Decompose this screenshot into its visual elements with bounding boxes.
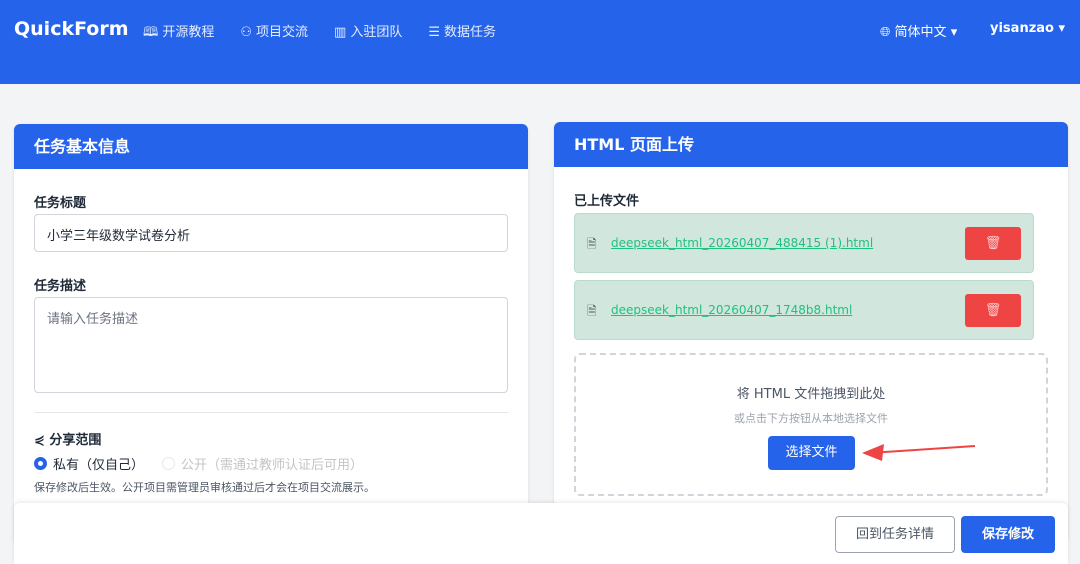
nav-label: 入驻团队 [350, 25, 403, 40]
card-title: HTML 页面上传 [554, 122, 1068, 167]
html-upload-card: HTML 页面上传 已上传文件 🗎 deepseek_html_20260407_… [554, 122, 1068, 542]
file-link[interactable]: deepseek_html_20260407_488415 (1).html [611, 236, 873, 250]
radio-public[interactable]: 公开（需通过教师认证后可用） [162, 454, 363, 473]
footer-bar: 回到任务详情 保存修改 [14, 503, 1068, 564]
share-hint: 保存修改后生效。公开项目需管理员审核通过后才会在项目交流展示。 [34, 481, 375, 494]
divider [34, 412, 508, 413]
delete-file-button[interactable]: 🗑 [965, 227, 1021, 260]
nav-item-tutorials[interactable]: 🕮 开源教程 [143, 21, 214, 45]
language-dropdown[interactable]: 🌐︎ 简体中文 ▾ [880, 21, 957, 40]
task-desc-label: 任务描述 [34, 279, 87, 294]
globe-icon: 🌐︎ [880, 25, 895, 40]
back-to-task-button[interactable]: 回到任务详情 [835, 516, 955, 553]
book-icon: 🕮 [143, 25, 159, 40]
username: yisanzao [990, 21, 1054, 36]
radio-private[interactable]: 私有（仅自己） [34, 454, 144, 473]
task-info-card: 任务基本信息 任务标题 小学三年级数学试卷分析 任务描述 请输入任务描述 ⋞ 分… [14, 124, 528, 544]
file-link[interactable]: deepseek_html_20260407_1748b8.html [611, 303, 852, 317]
arrow-annotation [862, 444, 976, 461]
save-button[interactable]: 保存修改 [961, 516, 1055, 553]
card-title: 任务基本信息 [14, 124, 528, 169]
radio-private-label: 私有（仅自己） [53, 458, 145, 473]
radio-public-label: 公开（需通过教师认证后可用） [181, 458, 364, 473]
file-code-icon: 🗎 [587, 304, 597, 318]
nav-item-projects[interactable]: ⚇ 项目交流 [240, 21, 308, 45]
users-icon: ⚇ [240, 25, 252, 40]
trash-icon: 🗑 [984, 303, 1002, 318]
language-label: 简体中文 [894, 25, 947, 40]
trash-icon: 🗑 [984, 236, 1002, 251]
delete-file-button[interactable]: 🗑 [965, 294, 1021, 327]
task-title-label: 任务标题 [34, 196, 87, 211]
nav-item-teams[interactable]: ▥ 入驻团队 [334, 21, 402, 45]
logo[interactable]: QuickForm [14, 18, 129, 40]
share-label: 分享范围 [49, 433, 102, 448]
uploaded-files-label: 已上传文件 [574, 194, 640, 209]
drop-subtitle: 或点击下方按钮从本地选择文件 [734, 412, 888, 425]
task-title-input[interactable]: 小学三年级数学试卷分析 [34, 214, 508, 252]
user-dropdown[interactable]: yisanzao ▾ [990, 21, 1065, 36]
caret-down-icon: ▾ [950, 25, 958, 40]
task-desc-textarea[interactable]: 请输入任务描述 [34, 297, 508, 393]
caret-down-icon: ▾ [1058, 21, 1066, 36]
database-icon: ☰ [428, 25, 440, 40]
uploaded-file-item: 🗎 deepseek_html_20260407_1748b8.html 🗑 [574, 280, 1034, 340]
file-dropzone[interactable]: 将 HTML 文件拖拽到此处 或点击下方按钮从本地选择文件 选择文件 [574, 353, 1048, 496]
nav-label: 数据任务 [443, 25, 496, 40]
nav-label: 开源教程 [162, 25, 215, 40]
top-nav: QuickForm 🕮 开源教程 ⚇ 项目交流 ▥ 入驻团队 ☰ 数据任务 🌐︎ 简体中… [0, 0, 1080, 84]
nav-label: 项目交流 [256, 25, 309, 40]
choose-file-button[interactable]: 选择文件 [768, 436, 855, 470]
building-icon: ▥ [334, 25, 347, 40]
share-icon: ⋞ [34, 433, 50, 448]
uploaded-file-item: 🗎 deepseek_html_20260407_488415 (1).html 🗑 [574, 213, 1034, 273]
file-code-icon: 🗎 [587, 237, 597, 251]
drop-title: 将 HTML 文件拖拽到此处 [736, 387, 886, 402]
nav-item-data-tasks[interactable]: ☰ 数据任务 [428, 21, 496, 45]
